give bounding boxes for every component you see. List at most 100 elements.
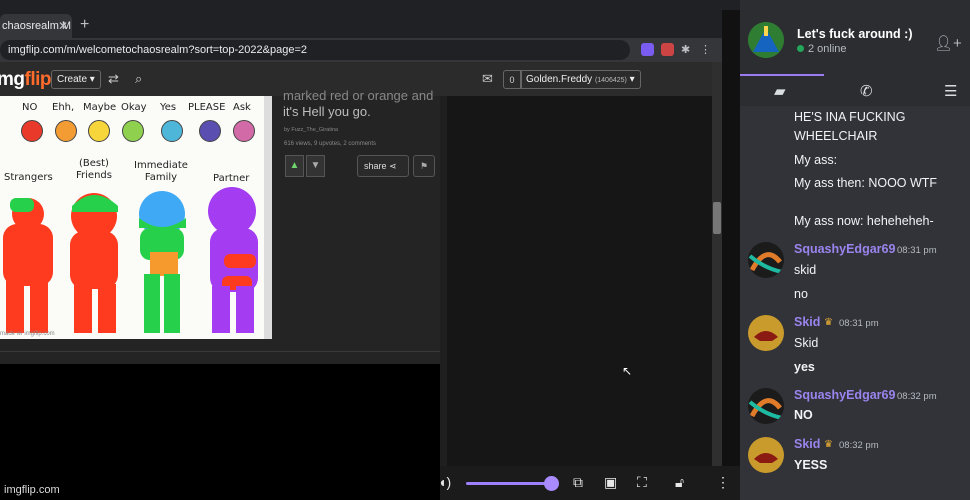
create-button[interactable]: Create ▾ (51, 70, 101, 89)
meme-watermark: made w/ imgflip.com (0, 331, 55, 337)
share-button[interactable]: share ⋖ (357, 155, 409, 177)
address-text: imgflip.com/m/welcometochaosrealm?sort=t… (8, 44, 307, 56)
message-text: My ass: (794, 153, 838, 167)
puzzle-icon[interactable]: ✱ (681, 43, 694, 56)
proxy-url-strip (0, 0, 740, 10)
ad-placeholder (0, 364, 440, 500)
message-author[interactable]: SquashyEdgar69 (794, 388, 895, 402)
more-vert-icon[interactable]: ⋮ (700, 43, 713, 56)
close-icon[interactable]: ✕ (58, 19, 68, 33)
flag-button[interactable]: ⚑ (413, 155, 435, 177)
message-timestamp: 08:31 pm (839, 318, 879, 329)
logo-text: mg (0, 69, 25, 90)
message-text: NO (794, 408, 813, 422)
group-avatar-image (748, 22, 784, 58)
arrow-down-icon: ▼ (310, 160, 321, 171)
avatar[interactable] (748, 388, 784, 424)
group-dm-header: Let's fuck around :) 2 online 👤︎+ (740, 0, 970, 74)
author-line[interactable]: by Fuzz_The_Giratina (284, 127, 338, 133)
volume-icon[interactable]: ◖) (438, 474, 451, 490)
image-scrollbar[interactable] (264, 96, 272, 339)
username: Golden.Freddy (526, 74, 593, 85)
message-author[interactable]: Skid (794, 437, 820, 451)
stream-controls: ◖) ⧉ ▣ ⛶ 🔓︎ ⋮ (438, 466, 740, 500)
meme-image[interactable]: NO Ehh, Maybe Okay Yes PLEASE Ask Strang… (0, 96, 272, 339)
page-scrollbar[interactable] (712, 62, 722, 467)
avatar[interactable] (748, 242, 784, 278)
empty-area (447, 96, 712, 466)
shared-browser-view: chaosrealm M ✕ + imgflip.com/m/welcometo… (0, 0, 740, 500)
twitch-extension-icon[interactable] (641, 43, 654, 56)
mouse-cursor-icon: ↖ (622, 364, 633, 378)
avatar-image (748, 437, 784, 473)
message-author[interactable]: SquashyEdgar69 (794, 242, 895, 256)
phone-icon[interactable]: ✆ (860, 82, 873, 100)
logo-text-accent: flip (24, 69, 52, 90)
online-dot (797, 45, 804, 52)
more-vert-icon[interactable]: ⋮ (716, 474, 730, 491)
scrollbar-thumb[interactable] (713, 202, 721, 234)
message-text: WHEELCHAIR (794, 129, 878, 143)
message-timestamp: 08:32 pm (897, 391, 937, 402)
meme-stats: 616 views, 9 upvotes, 2 comments (284, 141, 377, 147)
popout-icon[interactable]: ⧉ (573, 474, 583, 491)
figure-partner (208, 187, 258, 333)
message-timestamp: 08:31 pm (897, 245, 937, 256)
downvote-button[interactable]: ▼ (306, 155, 325, 177)
lock-icon[interactable]: 🔓︎ (675, 474, 684, 491)
crown-icon: ♛ (824, 317, 833, 328)
meme-figures (3, 187, 258, 333)
notification-count[interactable]: 0 (503, 70, 521, 89)
message-author[interactable]: Skid (794, 315, 820, 329)
message-text: Skid (794, 336, 819, 350)
caption-line-1: marked red or orange and (283, 88, 434, 103)
message-list: HE'S INA FUCKING WHEELCHAIR My ass: My a… (740, 106, 970, 500)
message-text: My ass now: heheheheh- (794, 214, 934, 228)
avatar[interactable] (748, 437, 784, 473)
caption-line-2: it's Hell you go. (283, 104, 371, 119)
meme-panel: NO Ehh, Maybe Okay Yes PLEASE Ask Strang… (0, 88, 440, 500)
sidebar-tabs: ▰ ✆ ☰ (740, 74, 970, 106)
avatar-image (748, 315, 784, 351)
imgflip-logo[interactable]: mgflip (0, 69, 51, 91)
upvote-button[interactable]: ▲ (285, 155, 304, 177)
address-input[interactable]: imgflip.com/m/welcometochaosrealm?sort=t… (0, 40, 630, 60)
fullscreen-icon[interactable]: ⛶ (637, 474, 647, 491)
arrow-up-icon: ▲ (289, 160, 300, 171)
browser-tab[interactable]: chaosrealm M ✕ (0, 14, 72, 38)
add-friend-icon[interactable]: 👤︎+ (934, 34, 962, 52)
search-icon[interactable]: ⌕ (135, 71, 142, 87)
chevron-down-icon: ▾ (629, 74, 635, 85)
user-points: (1406425) (594, 77, 627, 84)
figure-best-friends (70, 193, 118, 333)
divider (0, 351, 440, 352)
extension-icon[interactable] (661, 43, 674, 56)
message-text: HE'S INA FUCKING (794, 110, 906, 124)
shuffle-icon[interactable]: ⇄ (108, 71, 119, 87)
mail-icon[interactable]: ✉ (482, 71, 493, 87)
figure-strangers (3, 198, 53, 333)
screen: chaosrealm M ✕ + imgflip.com/m/welcometo… (0, 0, 970, 500)
message-text: YESS (794, 458, 828, 472)
volume-knob[interactable] (544, 476, 559, 491)
theater-mode-icon[interactable]: ▣ (604, 474, 617, 491)
online-status: 2 online (797, 43, 847, 55)
group-avatar[interactable] (748, 22, 784, 58)
crown-icon: ♛ (824, 439, 833, 450)
address-bar-row: imgflip.com/m/welcometochaosrealm?sort=t… (0, 38, 722, 62)
new-tab-button[interactable]: + (80, 16, 89, 34)
menu-icon[interactable]: ☰ (944, 82, 957, 100)
message-text: skid (794, 263, 817, 277)
message-timestamp: 08:32 pm (839, 440, 879, 451)
message-text: no (794, 287, 808, 301)
chat-icon[interactable]: ▰ (774, 82, 786, 100)
avatar-image (748, 388, 784, 424)
avatar[interactable] (748, 315, 784, 351)
share-label: share (364, 161, 387, 171)
tab-indicator (740, 74, 824, 76)
site-watermark: imgflip.com (4, 484, 60, 496)
volume-slider[interactable] (466, 482, 552, 485)
share-icon: ⋖ (389, 161, 397, 171)
user-menu-button[interactable]: Golden.Freddy (1406425) ▾ (521, 70, 641, 89)
chat-sidebar: Let's fuck around :) 2 online 👤︎+ ▰ ✆ ☰ … (740, 0, 970, 500)
